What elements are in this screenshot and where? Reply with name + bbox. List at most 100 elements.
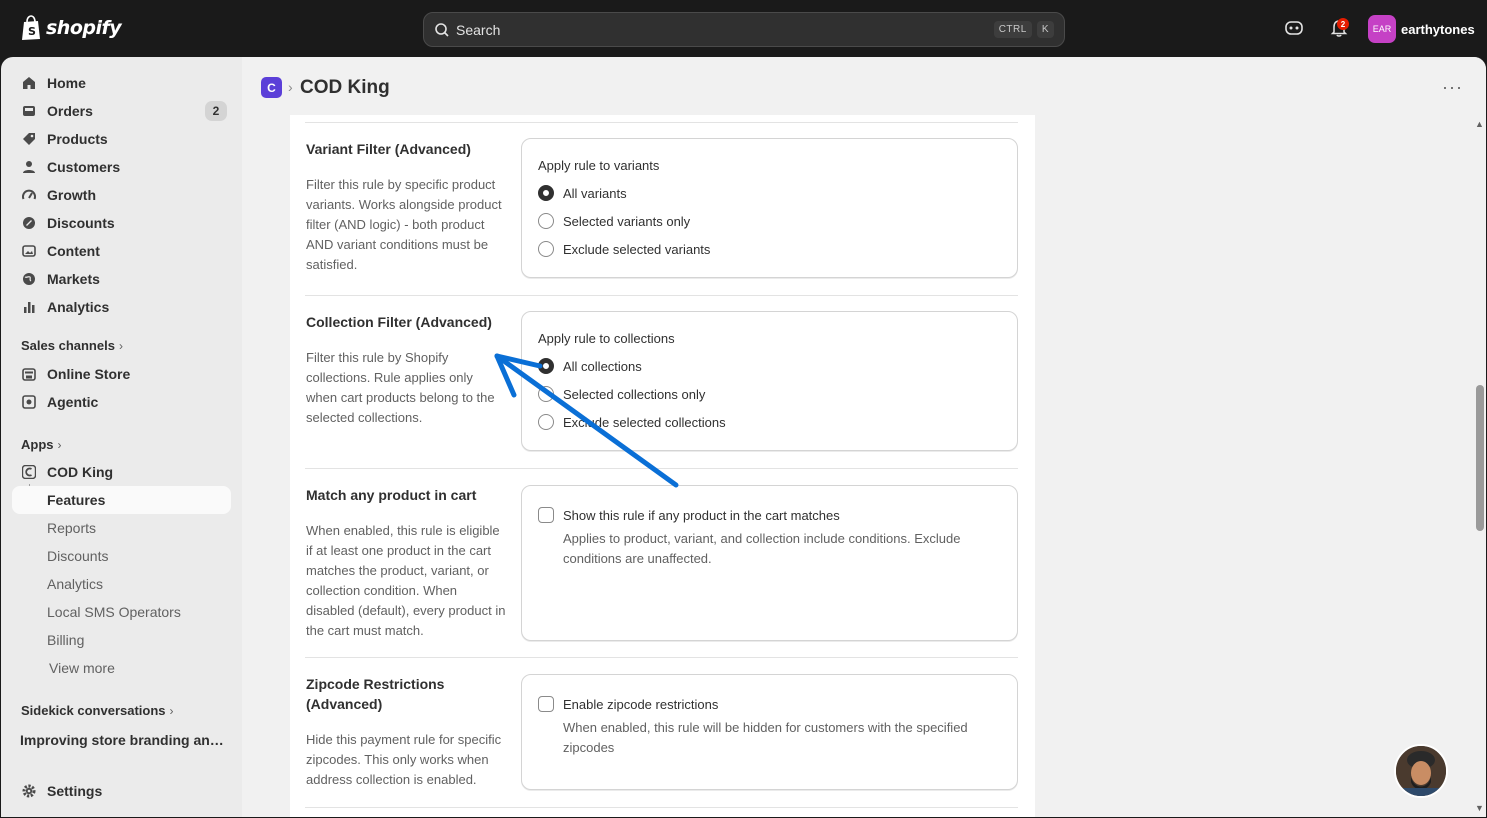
chevron-right-icon: › xyxy=(57,438,62,452)
apps-label: Apps xyxy=(21,437,54,452)
bar-chart-icon xyxy=(21,299,37,315)
sidebar-item-label: Home xyxy=(47,75,86,91)
match-any-checkbox-row[interactable]: Show this rule if any product in the car… xyxy=(538,507,840,523)
settings-panel: Variant Filter (Advanced) Filter this ru… xyxy=(290,115,1035,817)
radio-unselected[interactable] xyxy=(538,213,554,229)
more-actions-icon[interactable]: ··· xyxy=(1442,77,1463,98)
sidebar-subitem-billing[interactable]: Billing xyxy=(12,626,231,654)
variant-filter-label: Apply rule to variants xyxy=(538,158,660,173)
sidebar-item-products[interactable]: Products xyxy=(12,125,231,153)
inbox-icon xyxy=(21,103,37,119)
zipcode-help-text: When enabled, this rule will be hidden f… xyxy=(563,720,968,755)
checkbox-label: Enable zipcode restrictions xyxy=(563,696,719,712)
sidebar-subitem-analytics[interactable]: Analytics xyxy=(12,570,231,598)
sidebar-item-label: Online Store xyxy=(47,366,131,382)
collection-option-all[interactable]: All collections xyxy=(538,358,642,374)
option-label: All collections xyxy=(563,358,642,374)
sidebar-item-discounts[interactable]: Discounts xyxy=(12,209,231,237)
chevron-right-icon: › xyxy=(169,704,174,718)
sidebar-subitem-features[interactable]: Features xyxy=(12,486,231,514)
radio-selected[interactable] xyxy=(538,185,554,201)
sidebar-item-settings[interactable]: Settings xyxy=(12,777,231,805)
sidekick-conversations-label: Sidekick conversations xyxy=(21,703,166,718)
zipcode-card: Enable zipcode restrictions When enabled… xyxy=(521,674,1018,790)
collection-option-selected-only[interactable]: Selected collections only xyxy=(538,386,705,402)
storefront-icon xyxy=(21,366,37,382)
search-placeholder: Search xyxy=(456,21,501,38)
sidebar-item-cod-king[interactable]: COD King xyxy=(12,458,231,486)
option-label: All variants xyxy=(563,185,627,201)
sidebar-item-label: Reports xyxy=(47,520,97,536)
variant-filter-card: Apply rule to variants All variants Sele… xyxy=(521,138,1018,278)
zipcode-checkbox-row[interactable]: Enable zipcode restrictions xyxy=(538,696,718,712)
sidebar-subitem-local-sms-operators[interactable]: Local SMS Operators xyxy=(12,598,231,626)
sidebar-item-orders[interactable]: Orders 2 xyxy=(12,97,231,125)
sidekick-conversation-item[interactable]: Improving store branding and f... xyxy=(20,732,230,748)
store-menu[interactable]: EAR earthytones xyxy=(1368,15,1475,43)
sidebar-item-label: View more xyxy=(49,660,115,676)
sidebar-item-online-store[interactable]: Online Store xyxy=(12,360,231,388)
option-label: Selected variants only xyxy=(563,213,691,229)
option-label: Exclude selected collections xyxy=(563,414,726,430)
option-label: Exclude selected variants xyxy=(563,241,711,257)
radio-selected[interactable] xyxy=(538,358,554,374)
match-any-title: Match any product in cart xyxy=(306,487,477,503)
sidekick-icon[interactable] xyxy=(1284,18,1304,38)
apps-heading[interactable]: Apps › xyxy=(21,437,62,452)
shortcut-k-key: K xyxy=(1036,21,1054,38)
cod-king-logo-icon[interactable]: C xyxy=(261,77,282,98)
match-any-card: Show this rule if any product in the car… xyxy=(521,485,1018,641)
sidebar-item-customers[interactable]: Customers xyxy=(12,153,231,181)
image-icon xyxy=(21,243,37,259)
store-avatar: EAR xyxy=(1368,15,1396,43)
checkbox-unchecked[interactable] xyxy=(538,696,554,712)
collection-filter-title: Collection Filter (Advanced) xyxy=(306,314,492,330)
breadcrumb-separator: › xyxy=(288,79,293,95)
collection-filter-card: Apply rule to collections All collection… xyxy=(521,311,1018,451)
radio-unselected[interactable] xyxy=(538,414,554,430)
variant-option-exclude[interactable]: Exclude selected variants xyxy=(538,241,710,257)
scrollbar-thumb[interactable] xyxy=(1476,385,1484,531)
checkbox-unchecked[interactable] xyxy=(538,507,554,523)
sidebar-subitem-discounts[interactable]: Discounts xyxy=(12,542,231,570)
sidebar-item-label: Growth xyxy=(47,187,96,203)
sidebar-item-analytics[interactable]: Analytics xyxy=(12,293,231,321)
variant-option-all[interactable]: All variants xyxy=(538,185,627,201)
search-bar[interactable]: Search CTRL K xyxy=(423,12,1065,47)
avatar-icon xyxy=(1396,746,1446,796)
sidebar-item-label: Customers xyxy=(47,159,121,175)
checkbox-label: Show this rule if any product in the car… xyxy=(563,507,840,523)
store-name: earthytones xyxy=(1401,21,1475,37)
radio-unselected[interactable] xyxy=(538,241,554,257)
divider xyxy=(305,122,1018,123)
brand-name: shopify xyxy=(46,17,122,39)
notification-badge: 2 xyxy=(1337,18,1349,30)
scroll-down-icon[interactable]: ▼ xyxy=(1475,803,1484,813)
sidebar-item-label: Analytics xyxy=(47,576,104,592)
divider xyxy=(305,807,1018,808)
match-any-help-text: Applies to product, variant, and collect… xyxy=(563,531,961,566)
collection-option-exclude[interactable]: Exclude selected collections xyxy=(538,414,726,430)
radio-unselected[interactable] xyxy=(538,386,554,402)
orders-count-badge: 2 xyxy=(205,101,227,121)
sidebar-subitem-reports[interactable]: Reports xyxy=(12,514,231,542)
sales-channels-heading[interactable]: Sales channels › xyxy=(21,338,123,353)
sidebar-item-label: Content xyxy=(47,243,100,259)
sidekick-avatar-button[interactable] xyxy=(1394,744,1448,798)
sidebar-item-markets[interactable]: Markets xyxy=(12,265,231,293)
top-bar: S shopify Search CTRL K 2 EAR earthytone… xyxy=(0,0,1487,57)
scroll-up-icon[interactable]: ▲ xyxy=(1475,119,1484,129)
sidebar-item-content[interactable]: Content xyxy=(12,237,231,265)
shopify-logo[interactable]: S shopify xyxy=(20,15,122,41)
sidebar-item-label: Discounts xyxy=(47,548,109,564)
option-label: Selected collections only xyxy=(563,386,706,402)
sidebar-subitem-view-more[interactable]: View more xyxy=(12,654,231,682)
variant-option-selected-only[interactable]: Selected variants only xyxy=(538,213,690,229)
sidebar-item-label: Billing xyxy=(47,632,85,648)
sidebar-item-growth[interactable]: Growth xyxy=(12,181,231,209)
sidebar-item-agentic[interactable]: Agentic xyxy=(12,388,231,416)
discount-icon xyxy=(21,215,37,231)
collection-filter-description: Filter this rule by Shopify collections.… xyxy=(306,350,495,425)
sidekick-conversations-heading[interactable]: Sidekick conversations › xyxy=(21,703,174,718)
sidebar-item-home[interactable]: Home xyxy=(12,69,231,97)
